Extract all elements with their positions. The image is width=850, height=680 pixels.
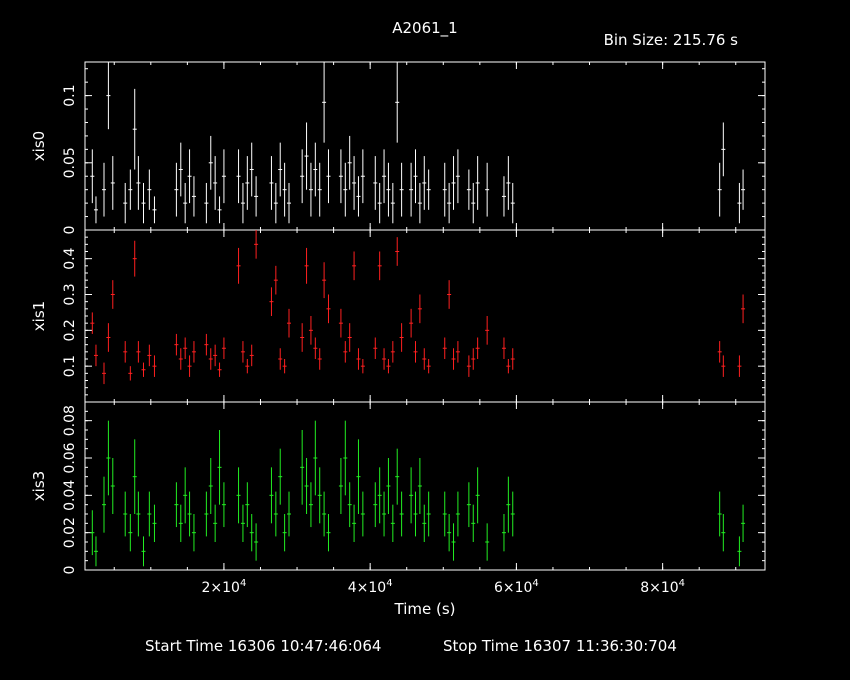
x-tick-label: 4×104 — [348, 578, 393, 596]
y-tick-label: 0.1 — [62, 84, 78, 106]
y-tick-label: 0.02 — [62, 517, 78, 548]
panel-frame — [84, 229, 766, 403]
y-tick-label: 0.04 — [62, 480, 78, 511]
y-tick-label: 0.05 — [62, 147, 78, 178]
x-tick-label: 6×104 — [494, 578, 539, 596]
x-tick-label: 2×104 — [202, 578, 247, 596]
y-tick-label: 0.1 — [62, 355, 78, 377]
start-time-label: Start Time 16306 10:47:46:064 — [145, 637, 381, 655]
stop-time-label: Stop Time 16307 11:36:30:704 — [443, 637, 677, 655]
y-tick-label: 0.2 — [62, 319, 78, 341]
plot-layer: 0 0.05 0.1 xis0 0.1 0.2 0.3 0.4 xis1 0 0.02 0.04 0.0… — [30, 61, 766, 596]
x-tick-label: 8×104 — [640, 578, 685, 596]
y-tick-label: 0.4 — [62, 247, 78, 269]
y-tick-label: 0.08 — [62, 405, 78, 436]
y-tick-label: 0 — [62, 566, 78, 575]
panel-frame — [84, 401, 766, 571]
y-axis-label-xis0: xis0 — [30, 131, 48, 161]
panel-xis3: 0 0.02 0.04 0.06 0.08 xis3 — [30, 401, 766, 575]
x-axis-label: Time (s) — [394, 600, 456, 618]
y-axis-label-xis3: xis3 — [30, 471, 48, 501]
y-tick-label: 0.3 — [62, 283, 78, 305]
bin-size-label: Bin Size: 215.76 s — [604, 31, 739, 49]
chart-title: A2061_1 — [392, 19, 457, 38]
panel-xis1: 0.1 0.2 0.3 0.4 xis1 — [30, 229, 766, 403]
panel-xis0: 0 0.05 0.1 xis0 — [30, 61, 766, 235]
y-tick-label: 0 — [62, 226, 78, 235]
y-tick-label: 0.06 — [62, 442, 78, 473]
y-axis-label-xis1: xis1 — [30, 301, 48, 331]
panel-frame — [84, 61, 766, 231]
light-curve-chart: A2061_1 Bin Size: 215.76 s Time (s) Star… — [30, 19, 766, 655]
